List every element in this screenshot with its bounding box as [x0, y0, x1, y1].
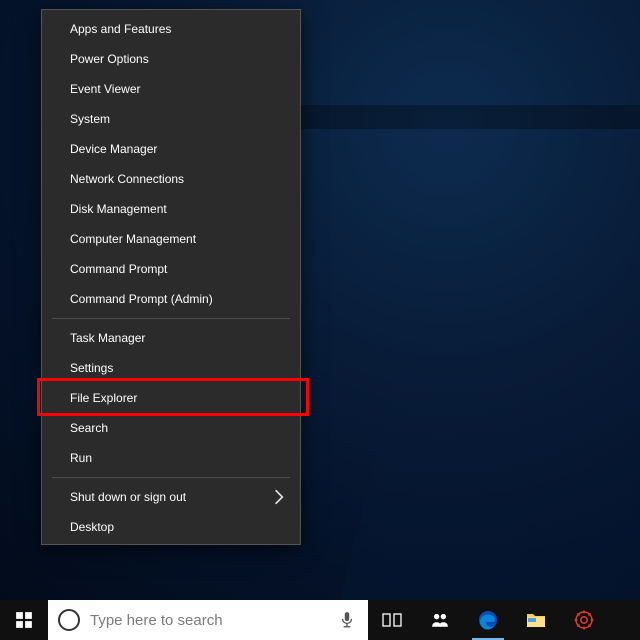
menu-item-label: Run [70, 451, 92, 465]
taskbar: Type here to search [0, 600, 640, 640]
task-view-button[interactable] [368, 600, 416, 640]
taskbar-search-box[interactable]: Type here to search [48, 600, 368, 640]
menu-item-file-explorer[interactable]: File Explorer [42, 383, 300, 413]
windows-logo-icon [15, 611, 33, 629]
menu-item-run[interactable]: Run [42, 443, 300, 473]
menu-item-label: Device Manager [70, 142, 157, 156]
menu-item-label: Computer Management [70, 232, 196, 246]
task-view-icon [381, 609, 403, 631]
menu-item-search[interactable]: Search [42, 413, 300, 443]
taskbar-pinned-edge[interactable] [464, 600, 512, 640]
menu-item-label: Task Manager [70, 331, 145, 345]
file-explorer-icon [525, 609, 547, 631]
menu-item-label: File Explorer [70, 391, 137, 405]
menu-item-device-manager[interactable]: Device Manager [42, 134, 300, 164]
menu-item-label: Apps and Features [70, 22, 171, 36]
microphone-icon[interactable] [338, 611, 368, 629]
taskbar-pinned-file-explorer[interactable] [512, 600, 560, 640]
menu-item-label: System [70, 112, 110, 126]
taskbar-pinned-people[interactable] [416, 600, 464, 640]
menu-item-desktop[interactable]: Desktop [42, 512, 300, 542]
menu-item-label: Event Viewer [70, 82, 140, 96]
menu-item-label: Search [70, 421, 108, 435]
gear-circle-icon [573, 609, 595, 631]
menu-item-label: Power Options [70, 52, 149, 66]
edge-browser-icon [477, 609, 499, 631]
menu-item-power-options[interactable]: Power Options [42, 44, 300, 74]
menu-item-task-manager[interactable]: Task Manager [42, 323, 300, 353]
taskbar-pinned-app[interactable] [560, 600, 608, 640]
menu-item-label: Shut down or sign out [70, 490, 186, 504]
menu-separator [52, 318, 290, 319]
menu-item-system[interactable]: System [42, 104, 300, 134]
menu-item-disk-management[interactable]: Disk Management [42, 194, 300, 224]
menu-item-command-prompt[interactable]: Command Prompt [42, 254, 300, 284]
start-button[interactable] [0, 600, 48, 640]
menu-separator [52, 477, 290, 478]
search-placeholder-text: Type here to search [90, 612, 338, 629]
menu-item-network-connections[interactable]: Network Connections [42, 164, 300, 194]
menu-item-label: Command Prompt [70, 262, 167, 276]
cortana-ring-icon [58, 609, 80, 631]
menu-item-command-prompt-admin[interactable]: Command Prompt (Admin) [42, 284, 300, 314]
chevron-right-icon [270, 488, 288, 506]
menu-item-label: Disk Management [70, 202, 167, 216]
people-icon [431, 611, 449, 629]
menu-item-label: Command Prompt (Admin) [70, 292, 213, 306]
menu-item-event-viewer[interactable]: Event Viewer [42, 74, 300, 104]
menu-item-shutdown-signout[interactable]: Shut down or sign out [42, 482, 300, 512]
winx-context-menu: Apps and Features Power Options Event Vi… [41, 9, 301, 545]
menu-item-computer-management[interactable]: Computer Management [42, 224, 300, 254]
menu-item-apps-and-features[interactable]: Apps and Features [42, 14, 300, 44]
menu-item-label: Desktop [70, 520, 114, 534]
menu-item-label: Settings [70, 361, 113, 375]
menu-item-settings[interactable]: Settings [42, 353, 300, 383]
menu-item-label: Network Connections [70, 172, 184, 186]
desktop-background: Apps and Features Power Options Event Vi… [0, 0, 640, 640]
